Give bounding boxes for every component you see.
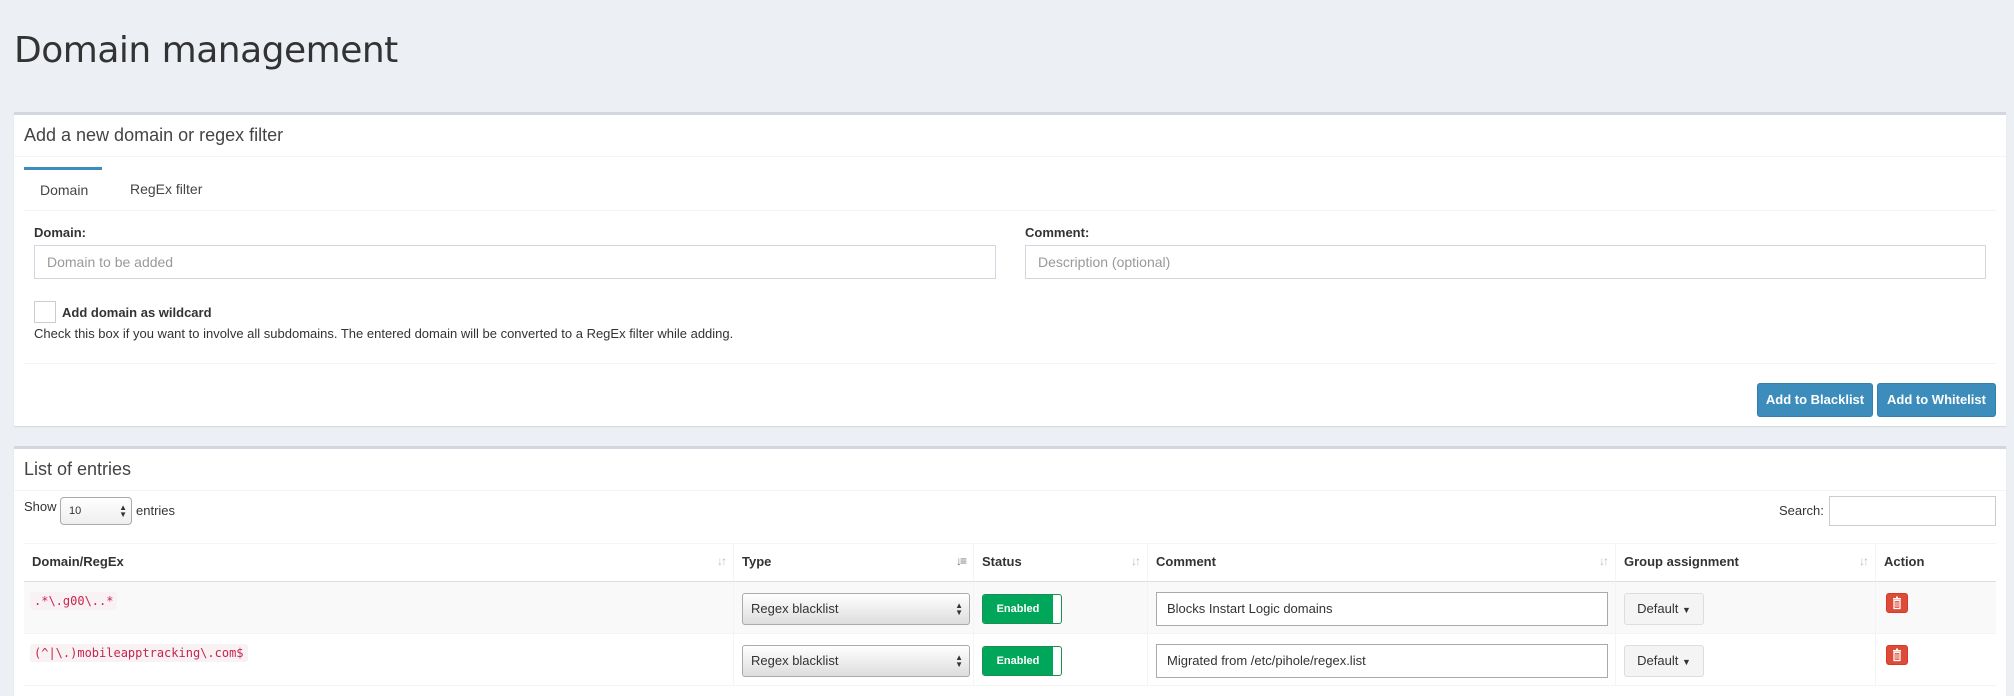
- status-cell: Enabled: [974, 582, 1148, 634]
- domain-regex: (^|\.)mobileapptracking\.com$: [30, 644, 248, 662]
- filter-tabs: Domain RegEx filter: [24, 167, 1996, 211]
- group-cell: Default ▼: [1616, 582, 1876, 634]
- sort-icon: ↓↑: [1859, 554, 1869, 568]
- wildcard-help-text: Check this box if you want to involve al…: [34, 326, 734, 341]
- column-status[interactable]: Status ↓↑: [974, 544, 1148, 582]
- status-label: Enabled: [983, 595, 1053, 623]
- comment-field[interactable]: Migrated from /etc/pihole/regex.list: [1156, 644, 1608, 678]
- sort-desc-icon: ↓≡: [955, 554, 967, 568]
- trash-icon: [1893, 648, 1901, 662]
- column-type[interactable]: Type ↓≡: [734, 544, 974, 582]
- tab-domain[interactable]: Domain: [24, 167, 102, 211]
- column-domain-label: Domain/RegEx: [32, 554, 124, 569]
- group-value: Default: [1637, 653, 1679, 668]
- group-assignment-button[interactable]: Default ▼: [1624, 645, 1704, 677]
- type-value: Regex blacklist: [751, 601, 839, 616]
- table-row: (^|\.)mobileapptracking\.com$ Regex blac…: [24, 634, 1996, 686]
- delete-button[interactable]: [1886, 645, 1908, 665]
- add-to-whitelist-button[interactable]: Add to Whitelist: [1877, 383, 1996, 417]
- comment-input[interactable]: Description (optional): [1025, 245, 1986, 279]
- domain-label: Domain:: [34, 225, 86, 240]
- column-comment[interactable]: Comment ↓↑: [1148, 544, 1616, 582]
- comment-cell: Blocks Instart Logic domains: [1148, 582, 1616, 634]
- status-toggle[interactable]: Enabled: [982, 646, 1062, 676]
- status-label: Enabled: [983, 647, 1053, 675]
- domain-cell: (^|\.)mobileapptracking\.com$: [24, 634, 734, 686]
- type-cell: Regex blacklist ▲ ▼: [734, 582, 974, 634]
- column-type-label: Type: [742, 554, 772, 569]
- entries-box: List of entries Show 10 ▲ ▼ entries Searc…: [14, 446, 2006, 696]
- action-cell: [1876, 582, 1996, 634]
- column-action-label: Action: [1884, 554, 1925, 569]
- column-action: Action: [1876, 544, 1996, 582]
- tab-regex-filter[interactable]: RegEx filter: [114, 167, 218, 211]
- group-cell: Default ▼: [1616, 634, 1876, 686]
- column-domain[interactable]: Domain/RegEx ↓↑: [24, 544, 734, 582]
- comment-label: Comment:: [1025, 225, 1090, 240]
- table-row: .*\.g00\..* Regex blacklist ▲ ▼ Enabled B…: [24, 582, 1996, 634]
- trash-icon: [1893, 596, 1901, 610]
- page-length-select[interactable]: 10 ▲ ▼: [60, 497, 132, 525]
- entries-table: Domain/RegEx ↓↑ Type ↓≡ Status ↓↑ Commen…: [24, 543, 1996, 686]
- add-filter-box: Add a new domain or regex filter Domain …: [14, 112, 2006, 426]
- caret-down-icon: ▼: [1681, 605, 1691, 615]
- page-length-value: 10: [69, 505, 82, 517]
- search-input[interactable]: [1829, 496, 1996, 526]
- group-value: Default: [1637, 601, 1679, 616]
- comment-cell: Migrated from /etc/pihole/regex.list: [1148, 634, 1616, 686]
- domain-regex: .*\.g00\..*: [30, 592, 118, 610]
- domain-cell: .*\.g00\..*: [24, 582, 734, 634]
- column-status-label: Status: [982, 554, 1022, 569]
- sort-icon: ↓↑: [1131, 554, 1141, 568]
- add-filter-title: Add a new domain or regex filter: [14, 115, 2006, 157]
- divider: [24, 363, 1996, 364]
- column-group-label: Group assignment: [1624, 554, 1739, 569]
- column-group-assignment[interactable]: Group assignment ↓↑: [1616, 544, 1876, 582]
- type-value: Regex blacklist: [751, 653, 839, 668]
- caret-down-icon: ▼: [1681, 657, 1691, 667]
- action-cell: [1876, 634, 1996, 686]
- status-cell: Enabled: [974, 634, 1148, 686]
- select-arrows-icon: ▲ ▼: [955, 653, 963, 669]
- type-select[interactable]: Regex blacklist ▲ ▼: [742, 645, 970, 677]
- sort-icon: ↓↑: [717, 554, 727, 568]
- sort-icon: ↓↑: [1599, 554, 1609, 568]
- comment-field[interactable]: Blocks Instart Logic domains: [1156, 592, 1608, 626]
- group-assignment-button[interactable]: Default ▼: [1624, 593, 1704, 625]
- wildcard-label: Add domain as wildcard: [62, 305, 212, 320]
- search-label: Search:: [1779, 503, 1824, 518]
- delete-button[interactable]: [1886, 593, 1908, 613]
- type-select[interactable]: Regex blacklist ▲ ▼: [742, 593, 970, 625]
- select-arrows-icon: ▲ ▼: [119, 503, 127, 519]
- domain-input[interactable]: Domain to be added: [34, 245, 996, 279]
- select-arrows-icon: ▲ ▼: [955, 601, 963, 617]
- page-title: Domain management: [14, 30, 398, 71]
- column-comment-label: Comment: [1156, 554, 1216, 569]
- status-toggle[interactable]: Enabled: [982, 594, 1062, 624]
- wildcard-checkbox[interactable]: [34, 301, 56, 323]
- type-cell: Regex blacklist ▲ ▼: [734, 634, 974, 686]
- entries-title: List of entries: [14, 449, 2006, 491]
- entries-label: entries: [136, 503, 176, 518]
- add-to-blacklist-button[interactable]: Add to Blacklist: [1757, 383, 1873, 417]
- show-label: Show: [24, 499, 57, 514]
